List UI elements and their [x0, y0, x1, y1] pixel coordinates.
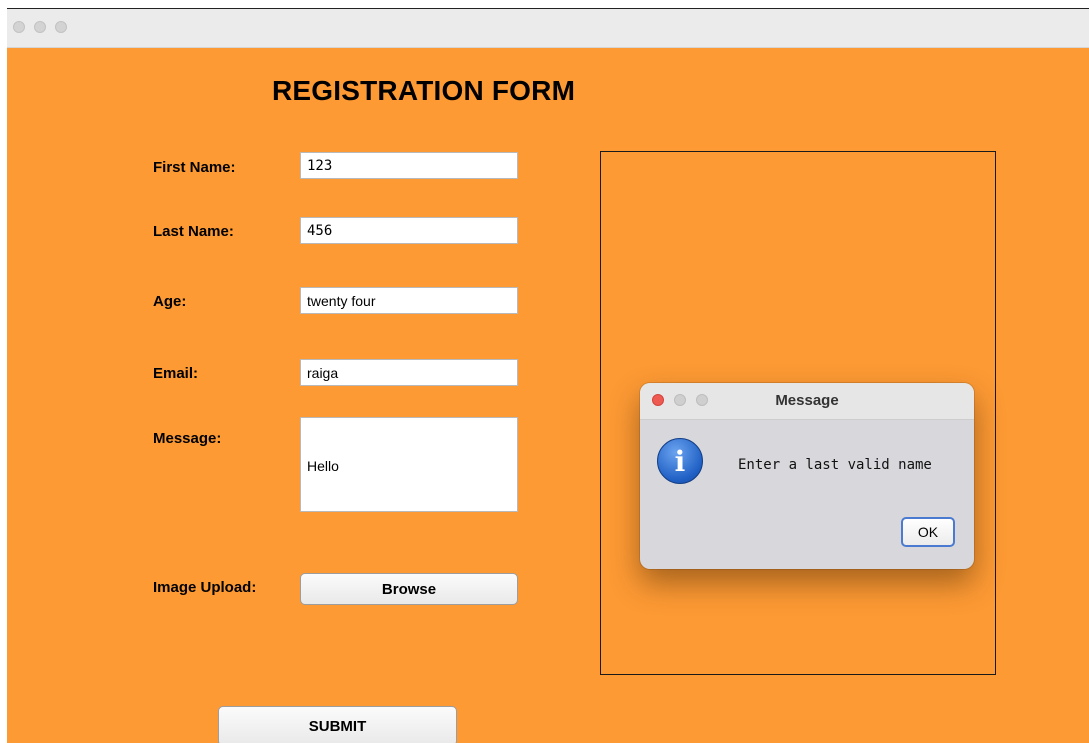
- email-field[interactable]: raiga: [300, 359, 518, 386]
- age-label: Age:: [153, 293, 187, 310]
- dialog-title: Message: [775, 392, 839, 409]
- window-close-button[interactable]: [13, 21, 25, 33]
- info-icon: i: [657, 438, 703, 484]
- message-dialog: Message i Enter a last valid name OK: [640, 383, 974, 569]
- registration-window: REGISTRATION FORM First Name: 123 Last N…: [7, 8, 1089, 743]
- window-minimize-button[interactable]: [34, 21, 46, 33]
- ok-button[interactable]: OK: [901, 517, 955, 547]
- last-name-label: Last Name:: [153, 223, 234, 240]
- message-textarea[interactable]: Hello: [300, 417, 518, 512]
- window-zoom-button[interactable]: [55, 21, 67, 33]
- browse-button[interactable]: Browse: [300, 573, 518, 605]
- image-upload-label: Image Upload:: [153, 579, 257, 596]
- email-label: Email:: [153, 365, 199, 382]
- form-title: REGISTRATION FORM: [272, 75, 576, 106]
- age-field[interactable]: twenty four: [300, 287, 518, 314]
- window-titlebar: [7, 9, 1089, 48]
- message-label: Message:: [153, 430, 222, 447]
- submit-button[interactable]: SUBMIT: [218, 706, 457, 743]
- last-name-field[interactable]: 456: [300, 217, 518, 244]
- dialog-message: Enter a last valid name: [738, 457, 932, 473]
- dialog-titlebar: Message: [640, 383, 974, 420]
- first-name-field[interactable]: 123: [300, 152, 518, 179]
- first-name-label: First Name:: [153, 159, 236, 176]
